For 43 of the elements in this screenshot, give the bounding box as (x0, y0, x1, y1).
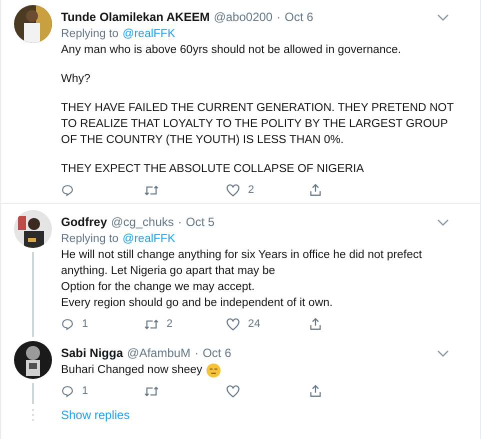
mention-link[interactable]: @realFFK (122, 231, 176, 247)
chevron-down-icon[interactable] (437, 14, 449, 20)
show-replies-link[interactable]: Show replies (61, 406, 130, 424)
action-count: 24 (248, 317, 260, 332)
heart-icon[interactable] (226, 384, 240, 398)
separator-dot: · (194, 345, 199, 361)
retweet-icon[interactable] (144, 184, 158, 196)
tweet-text: Any man who is above 60yrs should not be allowed in governance. (61, 43, 402, 58)
author-name[interactable]: Tunde Olamilekan AKEEM (61, 9, 210, 25)
chevron-down-icon[interactable] (437, 218, 449, 226)
mention-link[interactable]: @realFFK (122, 26, 176, 42)
author-name[interactable]: Sabi Nigga (61, 345, 124, 361)
share-icon[interactable] (308, 183, 322, 197)
separator-dot: · (276, 9, 281, 25)
author-handle[interactable]: @abo0200 (214, 9, 273, 25)
tweet-date[interactable]: Oct 6 (202, 345, 232, 361)
retweet-icon[interactable] (144, 384, 158, 398)
heart-icon[interactable] (226, 184, 240, 196)
action-count: 1 (82, 317, 88, 332)
reply-icon[interactable] (61, 384, 74, 398)
tweet-text: He will not still change anything for six Years in office he did not prefect anything. Let Nigeria go apart that may be Option for the change we may accept. Every region should go and be independent of it own. (61, 248, 423, 311)
heart-icon[interactable] (226, 318, 240, 330)
reply-icon[interactable] (61, 318, 74, 330)
action-count: 2 (166, 317, 173, 332)
author-name[interactable]: Godfrey (61, 214, 108, 230)
reply-icon[interactable] (61, 184, 74, 196)
tweet-date[interactable]: Oct 6 (284, 9, 314, 25)
tweet-text: THEY HAVE FAILED THE CURRENT GENERATION. THEY PRETEND NOT TO REALIZE THAT LOYALTY TO THE POLITY BY THE LARGEST GROUP OF THE COUNTRY (THE YOUTH) IS LESS THAN 0%. (61, 101, 455, 148)
separator-dot: · (178, 214, 182, 230)
action-count: 2 (248, 183, 254, 198)
replying-to-label: Replying to (61, 232, 119, 247)
replying-to-label: Replying to (61, 27, 119, 42)
retweet-icon[interactable] (144, 318, 158, 330)
tweet-text: Why? (61, 72, 90, 87)
author-handle[interactable]: @AfambuM (127, 345, 191, 361)
tweet-text: Buhari Changed now sheey (61, 363, 202, 378)
share-icon[interactable] (308, 317, 322, 331)
action-count: 1 (82, 384, 88, 399)
tweet-date[interactable]: Oct 5 (186, 214, 215, 230)
share-icon[interactable] (308, 384, 322, 398)
tweet-text: THEY EXPECT THE ABSOLUTE COLLAPSE OF NIGERIA (61, 162, 364, 177)
author-handle[interactable]: @cg_chuks (111, 214, 174, 230)
chevron-down-icon[interactable] (437, 350, 449, 356)
